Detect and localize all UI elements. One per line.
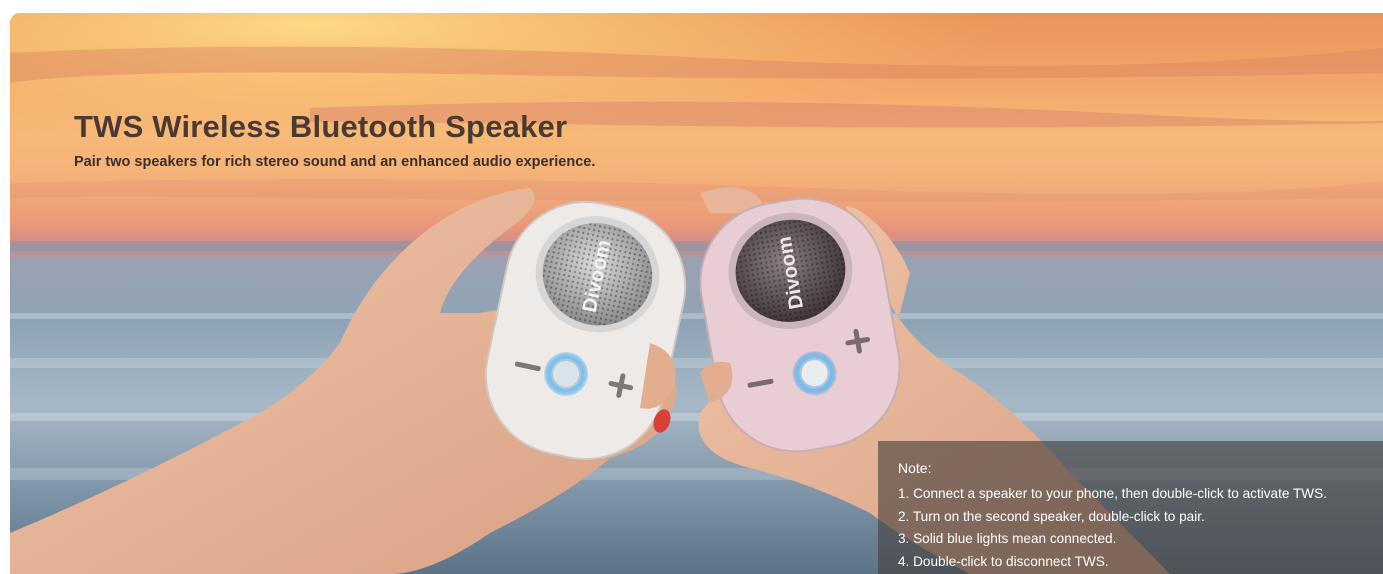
note-title: Note: bbox=[898, 460, 932, 476]
note-item: 4. Double-click to disconnect TWS. bbox=[898, 553, 1109, 569]
note-item: 2. Turn on the second speaker, double-cl… bbox=[898, 508, 1205, 524]
note-item: 1. Connect a speaker to your phone, then… bbox=[898, 486, 1327, 501]
note-item: 3. Solid blue lights mean connected. bbox=[898, 531, 1117, 547]
page-subtitle: Pair two speakers for rich stereo sound … bbox=[74, 154, 596, 170]
page-title: TWS Wireless Bluetooth Speaker bbox=[74, 109, 568, 144]
product-banner: Divoom Divoom TWS Wireless Bluetooth Spe… bbox=[10, 13, 1383, 574]
note-panel: Note: 1. Connect a speaker to your phone… bbox=[878, 441, 1383, 574]
note-list: 1. Connect a speaker to your phone, then… bbox=[898, 483, 1327, 573]
